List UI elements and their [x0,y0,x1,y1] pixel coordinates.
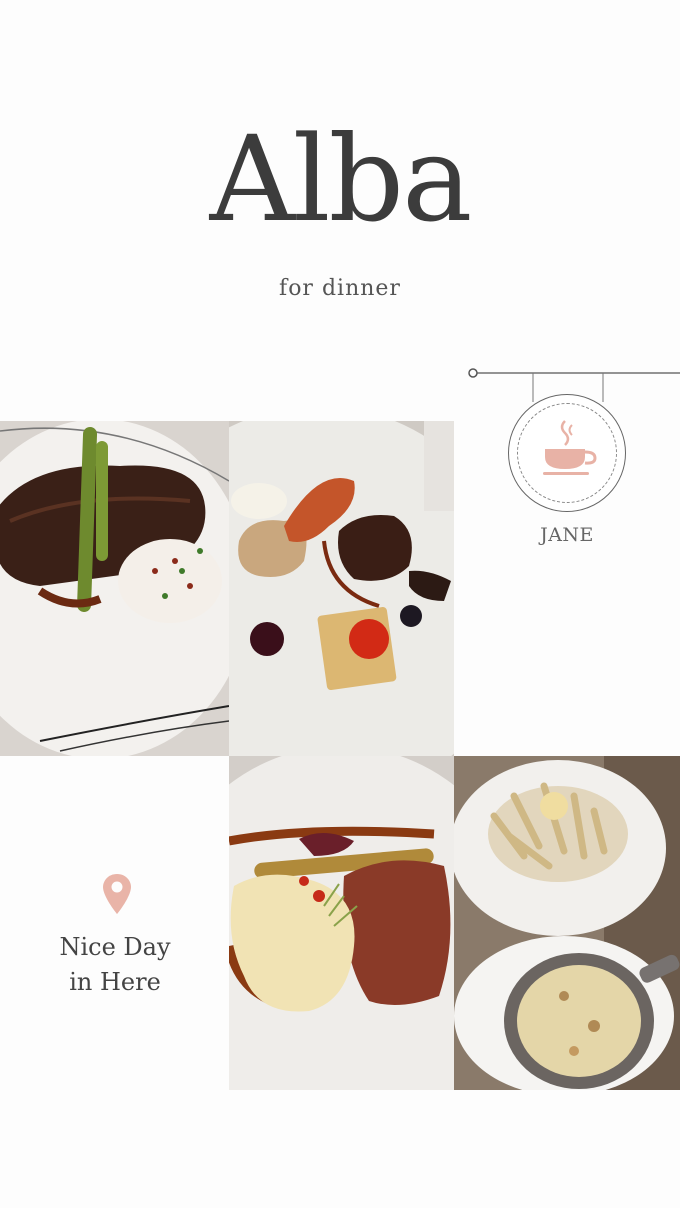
shrimp-and-beef-plate-photo [229,421,454,756]
page-subtitle: for dinner [279,276,401,301]
location-text: Nice Day in Here [40,930,190,1000]
location-line-1: Nice Day [59,933,171,961]
page-title: Alba [209,110,473,248]
coffee-cup-icon [543,420,597,475]
badge-circle [508,394,626,512]
pasta-and-gratin-photo [454,756,680,1090]
badge-label: JANE [540,524,594,546]
pork-with-mashed-potato-photo [229,756,454,1090]
location-pin-icon [103,874,131,914]
steak-with-asparagus-photo [0,421,229,756]
location-line-2: in Here [69,968,161,996]
